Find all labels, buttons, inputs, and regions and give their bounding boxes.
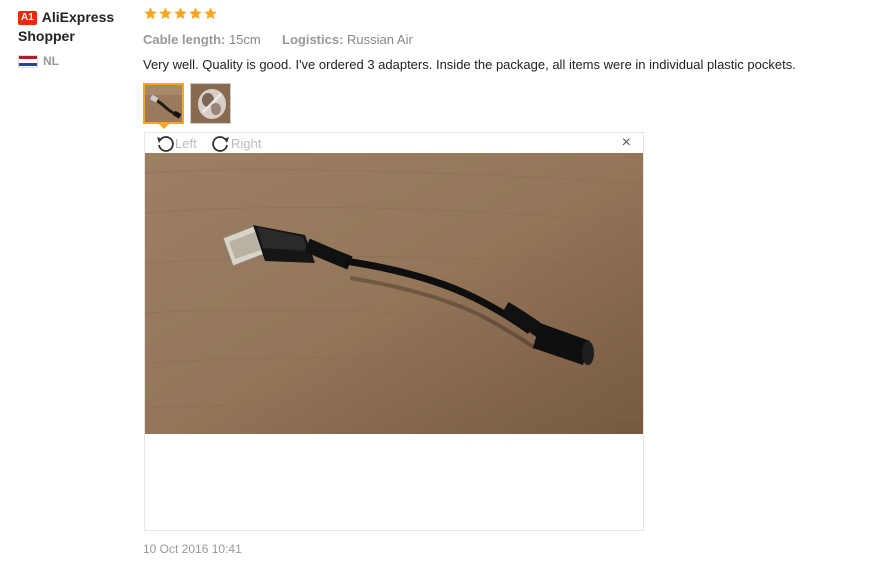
review-date: 10 Oct 2016 10:41	[143, 542, 242, 556]
cable-length-value: 15cm	[228, 32, 261, 47]
cable-adapter-photo	[145, 153, 643, 434]
rotate-right-label: Right	[231, 135, 262, 151]
star-icon	[159, 7, 172, 20]
cable-adapter-thumbnail-icon	[145, 85, 182, 122]
reviewer-info: A1 AliExpress Shopper NL	[18, 8, 138, 68]
close-viewer-button[interactable]: ×	[622, 135, 631, 151]
review-attributes: Cable length: 15cm Logistics: Russian Ai…	[143, 32, 863, 47]
review-text: Very well. Quality is good. I've ordered…	[143, 57, 796, 72]
thumbnail-cable-adapter[interactable]	[143, 83, 184, 124]
country-code: NL	[43, 54, 59, 68]
thumbnail-packaged-items[interactable]	[190, 83, 231, 124]
cable-length-label: Cable length:	[143, 32, 226, 47]
star-icon	[189, 7, 202, 20]
reviewer-name: A1 AliExpress Shopper	[18, 8, 138, 46]
photo-viewer: Left Right ×	[144, 132, 644, 531]
netherlands-flag-icon	[18, 54, 38, 68]
rotate-right-button[interactable]: Right	[211, 134, 261, 152]
logistics-value: Russian Air	[347, 32, 413, 47]
viewer-toolbar: Left Right ×	[145, 133, 643, 153]
photo-thumbnails	[143, 83, 863, 129]
packaged-items-thumbnail-icon	[191, 84, 230, 123]
active-thumbnail-pointer	[159, 124, 169, 129]
buyer-level-badge: A1	[18, 11, 37, 25]
review-body: Cable length: 15cm Logistics: Russian Ai…	[143, 6, 863, 129]
star-icon	[144, 7, 157, 20]
star-icon	[174, 7, 187, 20]
rotate-right-icon	[212, 136, 229, 152]
rotate-left-icon	[157, 136, 174, 152]
reviewer-country: NL	[18, 54, 138, 68]
rotate-left-button[interactable]: Left	[155, 134, 197, 152]
logistics-label: Logistics:	[282, 32, 344, 47]
rotate-left-label: Left	[175, 135, 197, 151]
star-rating	[143, 6, 863, 24]
star-icon	[204, 7, 217, 20]
